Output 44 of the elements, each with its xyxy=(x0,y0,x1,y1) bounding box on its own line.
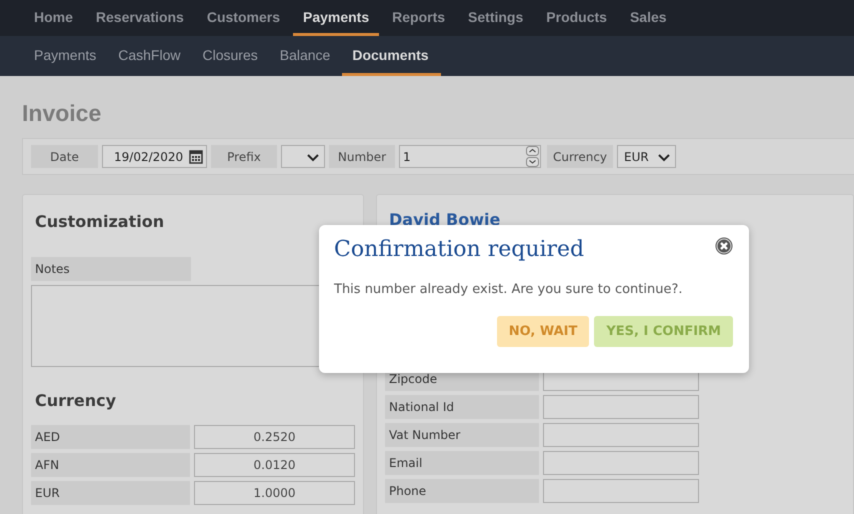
nav-tab[interactable]: Products xyxy=(536,0,617,36)
dialog-title: Confirmation required xyxy=(334,237,584,262)
rate-field[interactable]: 0.0120 xyxy=(194,453,355,477)
field-label: Currency xyxy=(547,145,613,168)
nav-tab[interactable]: Settings xyxy=(458,0,534,36)
rate-field[interactable]: 1.0000 xyxy=(194,481,355,505)
input-field[interactable] xyxy=(543,395,699,419)
customer-name: David Bowie xyxy=(389,210,500,229)
date-field[interactable]: 19/02/2020 xyxy=(102,145,207,168)
subnav-tab[interactable]: Payments xyxy=(24,36,108,76)
select-field[interactable]: EUR xyxy=(617,145,676,168)
field-label: Date xyxy=(31,145,98,168)
calendar-icon xyxy=(189,149,203,164)
field-label: Phone xyxy=(385,479,539,503)
currency-code: AED xyxy=(31,425,190,449)
nav-tab[interactable]: Reservations xyxy=(86,0,194,36)
currency-code: EUR xyxy=(31,481,190,505)
select-field[interactable] xyxy=(281,145,325,168)
nav-tab[interactable]: Home xyxy=(24,0,83,36)
number-field[interactable]: 1 xyxy=(399,145,541,168)
subnav-tab[interactable]: CashFlow xyxy=(108,36,192,76)
field-label: Email xyxy=(385,451,539,475)
nav-tab[interactable]: Sales xyxy=(620,0,677,36)
field-label: Prefix xyxy=(211,145,277,168)
field-label: Vat Number xyxy=(385,423,539,447)
field-label: Notes xyxy=(31,257,191,281)
nav-tab[interactable]: Customers xyxy=(196,0,290,36)
page-title: Invoice xyxy=(22,99,102,128)
field-label: Number xyxy=(329,145,395,168)
input-field[interactable] xyxy=(543,423,699,447)
section-title: Customization xyxy=(34,211,166,233)
spinner-icon xyxy=(526,146,539,167)
rate-field[interactable]: 0.2520 xyxy=(194,425,355,449)
dialog-message: This number already exist. Are you sure to continue?. xyxy=(334,282,684,297)
currency-code: AFN xyxy=(31,453,190,477)
section-title: Currency xyxy=(34,390,118,412)
field-label: National Id xyxy=(385,395,539,419)
input-field[interactable] xyxy=(543,479,699,503)
subnav-tab[interactable]: Documents xyxy=(342,36,441,76)
close-icon[interactable] xyxy=(715,237,733,255)
nav-tab[interactable]: Reports xyxy=(382,0,456,36)
subnav-tab[interactable]: Balance xyxy=(270,36,342,76)
input-field[interactable] xyxy=(543,451,699,475)
subnav-tab[interactable]: Closures xyxy=(192,36,270,76)
